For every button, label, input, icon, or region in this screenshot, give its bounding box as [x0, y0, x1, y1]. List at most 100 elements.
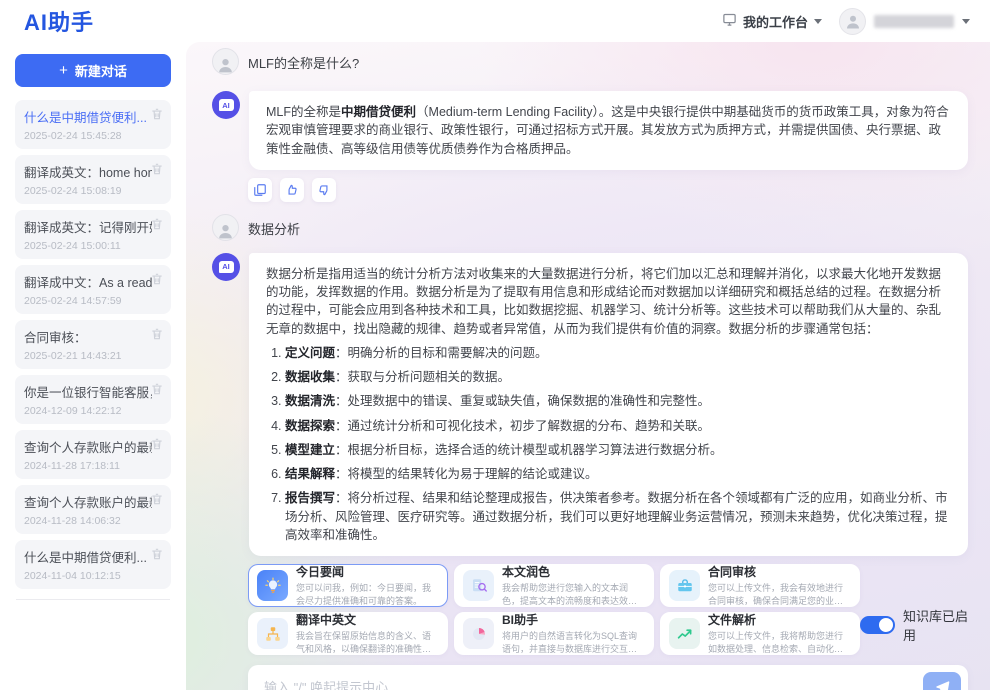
step-item: 数据探索：通过统计分析和可视化技术，初步了解数据的分布、趋势和关联。 — [285, 417, 951, 435]
paper-plane-icon — [934, 679, 951, 690]
chevron-down-icon — [962, 19, 970, 24]
card-desc: 您可以上传文件，我将帮助您进行如数据处理、信息检索、自动化办公等。 — [708, 630, 851, 656]
suggestion-cards: 今日要闻 您可以问我，例如：今日要闻，我会尽力提供准确和可靠的答案。 本文润色 … — [248, 564, 860, 655]
conversation-time: 2025-02-24 15:08:19 — [24, 185, 162, 197]
message-input[interactable] — [264, 680, 923, 690]
card-text-polish[interactable]: 本文润色 我会帮助您进行您输入的文本润色，提高文本的流畅度和表达效果。 — [454, 564, 654, 607]
bulb-icon — [257, 570, 288, 601]
delete-conversation-icon[interactable] — [150, 382, 164, 396]
delete-conversation-icon[interactable] — [150, 492, 164, 506]
chevron-down-icon — [814, 19, 822, 24]
delete-conversation-icon[interactable] — [150, 217, 164, 231]
new-chat-label: 新建对话 — [75, 61, 127, 80]
pie-chart-icon — [463, 618, 494, 649]
new-chat-button[interactable]: + 新建对话 — [15, 54, 171, 87]
conversation-item[interactable]: 查询个人存款账户的最新... 2024-11-28 14:06:32 — [15, 485, 171, 534]
card-title: 今日要闻 — [296, 563, 439, 580]
app-logo: AI助手 — [24, 5, 94, 37]
conversation-title: 合同审核： — [24, 327, 152, 346]
conversation-item[interactable]: 你是一位银行智能客服，... 2024-12-09 14:22:12 — [15, 375, 171, 424]
card-title: 文件解析 — [708, 611, 851, 628]
conversation-time: 2025-02-24 14:57:59 — [24, 295, 162, 307]
delete-conversation-icon[interactable] — [150, 162, 164, 176]
conversation-title: 你是一位银行智能客服，... — [24, 382, 152, 401]
delete-conversation-icon[interactable] — [150, 272, 164, 286]
conversation-item[interactable]: 翻译成中文：As a reader... 2025-02-24 14:57:59 — [15, 265, 171, 314]
copy-button[interactable] — [248, 178, 272, 202]
suggestions-section: 今日要闻 您可以问我，例如：今日要闻，我会尽力提供准确和可靠的答案。 本文润色 … — [248, 564, 968, 655]
card-desc: 您可以问我，例如：今日要闻，我会尽力提供准确和可靠的答案。 — [296, 582, 439, 608]
conversation-title: 什么是中期借贷便利... — [24, 547, 152, 566]
conversation-item[interactable]: 什么是中期借贷便利... 2024-11-04 10:12:15 — [15, 540, 171, 589]
card-title: 翻译中英文 — [296, 611, 439, 628]
user-menu[interactable] — [831, 8, 970, 35]
step-desc: ：通过统计分析和可视化技术，初步了解数据的分布、趋势和关联。 — [335, 419, 710, 433]
sitemap-icon — [257, 618, 288, 649]
step-desc: ：处理数据中的错误、重复或缺失值，确保数据的准确性和完整性。 — [335, 394, 710, 408]
conversation-title: 什么是中期借贷便利... — [24, 107, 152, 126]
conversation-time: 2024-11-28 17:18:11 — [24, 460, 162, 472]
knowledge-toggle-label: 知识库已启用 — [903, 606, 968, 644]
send-button[interactable] — [923, 672, 961, 690]
plus-icon: + — [59, 63, 68, 78]
card-desc: 我会帮助您进行您输入的文本润色，提高文本的流畅度和表达效果。 — [502, 582, 645, 608]
card-translate[interactable]: 翻译中英文 我会旨在保留原始信息的含义、语气和风格，以确保翻译的准确性和自然流畅… — [248, 612, 448, 655]
ai-assistant-app: AI助手 我的工作台 + 新建对话 — [0, 0, 990, 690]
step-term: 数据清洗 — [285, 394, 335, 408]
card-text: 今日要闻 您可以问我，例如：今日要闻，我会尽力提供准确和可靠的答案。 — [296, 563, 439, 608]
card-desc: 将用户的自然语言转化为SQL查询语句，并直接与数据库进行交互，返回智能推荐的图表… — [502, 630, 645, 656]
card-contract-review[interactable]: 合同审核 您可以上传文件，我会有效地进行合同审核，确保合同满足您的业务需求。 — [660, 564, 860, 607]
card-text: 翻译中英文 我会旨在保留原始信息的含义、语气和风格，以确保翻译的准确性和自然流畅… — [296, 611, 439, 656]
step-desc: ：根据分析目标，选择合适的统计模型或机器学习算法进行数据分析。 — [335, 443, 723, 457]
conversation-item[interactable]: 什么是中期借贷便利... 2025-02-24 15:45:28 — [15, 100, 171, 149]
thumbs-up-icon — [285, 183, 299, 197]
step-item: 结果解释：将模型的结果转化为易于理解的结论或建议。 — [285, 465, 951, 483]
step-term: 报告撰写 — [285, 491, 335, 505]
monitor-icon — [722, 12, 737, 30]
chat-main: MLF的全称是什么? AI MLF的全称是中期借贷便利（Medium-term … — [186, 42, 990, 690]
username-masked — [874, 15, 954, 28]
analysis-steps-list: 定义问题：明确分析的目标和需要解决的问题。 数据收集：获取与分析问题相关的数据。… — [266, 344, 951, 544]
card-title: 合同审核 — [708, 563, 851, 580]
doc-magnifier-icon — [463, 570, 494, 601]
card-text: 合同审核 您可以上传文件，我会有效地进行合同审核，确保合同满足您的业务需求。 — [708, 563, 851, 608]
delete-conversation-icon[interactable] — [150, 547, 164, 561]
top-header: AI助手 我的工作台 — [0, 0, 990, 42]
ai-text: MLF的全称是 — [266, 105, 341, 119]
user-message: MLF的全称是什么? — [212, 48, 968, 75]
thumbs-down-icon — [317, 183, 331, 197]
thumbs-up-button[interactable] — [280, 178, 304, 202]
step-item: 模型建立：根据分析目标，选择合适的统计模型或机器学习算法进行数据分析。 — [285, 441, 951, 459]
card-bi-assistant[interactable]: BI助手 将用户的自然语言转化为SQL查询语句，并直接与数据库进行交互，返回智能… — [454, 612, 654, 655]
thumbs-down-button[interactable] — [312, 178, 336, 202]
message-actions — [248, 178, 968, 202]
card-desc: 我会旨在保留原始信息的含义、语气和风格，以确保翻译的准确性和自然流畅。 — [296, 630, 439, 656]
conversation-item[interactable]: 翻译成英文：home home 2025-02-24 15:08:19 — [15, 155, 171, 204]
conversation-item[interactable]: 查询个人存款账户的最新... 2024-11-28 17:18:11 — [15, 430, 171, 479]
card-file-parse[interactable]: 文件解析 您可以上传文件，我将帮助您进行如数据处理、信息检索、自动化办公等。 — [660, 612, 860, 655]
step-item: 定义问题：明确分析的目标和需要解决的问题。 — [285, 344, 951, 362]
knowledge-toggle[interactable] — [860, 616, 895, 634]
conversation-title: 翻译成英文：home home — [24, 162, 152, 181]
delete-conversation-icon[interactable] — [150, 437, 164, 451]
delete-conversation-icon[interactable] — [150, 107, 164, 121]
card-text: 本文润色 我会帮助您进行您输入的文本润色，提高文本的流畅度和表达效果。 — [502, 563, 645, 608]
user-message-text: 数据分析 — [248, 214, 300, 238]
ai-avatar: AI — [212, 253, 240, 281]
toggle-knob — [879, 618, 893, 632]
workspace-label: 我的工作台 — [743, 12, 808, 31]
list-end-divider — [16, 599, 170, 600]
delete-conversation-icon[interactable] — [150, 327, 164, 341]
conversation-item[interactable]: 合同审核： 2025-02-21 14:43:21 — [15, 320, 171, 369]
user-message-text: MLF的全称是什么? — [248, 48, 359, 72]
card-today-news[interactable]: 今日要闻 您可以问我，例如：今日要闻，我会尽力提供准确和可靠的答案。 — [248, 564, 448, 607]
conversation-time: 2025-02-21 14:43:21 — [24, 350, 162, 362]
step-desc: ：将分析过程、结果和结论整理成报告，供决策者参考。数据分析在各个领域都有广泛的应… — [285, 491, 948, 542]
briefcase-icon — [669, 570, 700, 601]
step-term: 模型建立 — [285, 443, 335, 457]
conversation-item[interactable]: 翻译成英文：记得刚开始... 2025-02-24 15:00:11 — [15, 210, 171, 259]
ai-text-bold: 中期借贷便利 — [341, 105, 416, 119]
conversation-time: 2025-02-24 15:45:28 — [24, 130, 162, 142]
ai-logo-icon: AI — [219, 261, 234, 273]
workspace-menu[interactable]: 我的工作台 — [722, 12, 822, 31]
